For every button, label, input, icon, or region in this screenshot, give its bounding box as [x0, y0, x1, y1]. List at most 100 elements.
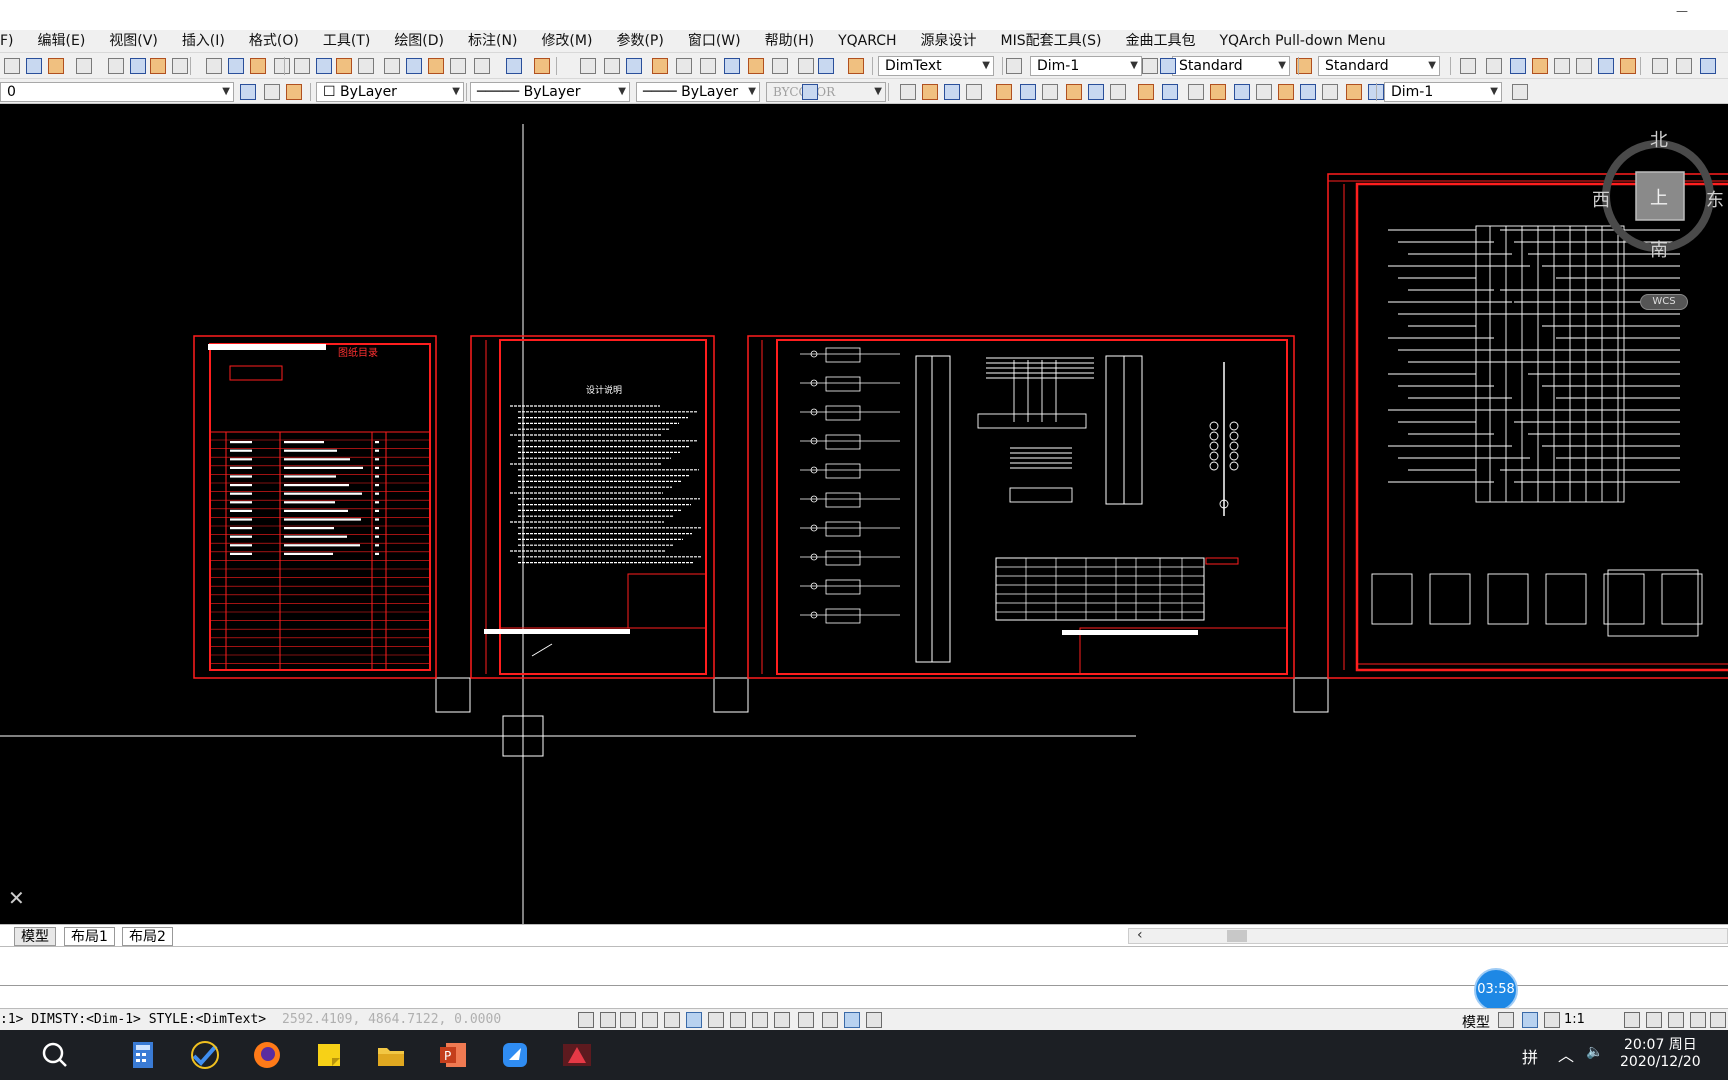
toolbar-tool-icon[interactable]: [150, 58, 166, 74]
menu-item[interactable]: 插入(I): [170, 30, 237, 52]
status-toggle-icon[interactable]: [1668, 1012, 1684, 1028]
toolbar-tool-icon[interactable]: [818, 58, 834, 74]
toolbar-tool-icon[interactable]: [1006, 58, 1022, 74]
dim-style-select-2[interactable]: Dim-1 ▼: [1384, 82, 1502, 102]
menu-item[interactable]: 帮助(H): [753, 30, 826, 52]
toolbar-tool-icon[interactable]: [26, 58, 42, 74]
toolbar-tool-icon[interactable]: [1278, 84, 1294, 100]
toolbar-tool-icon[interactable]: [450, 58, 466, 74]
status-toggle-icon[interactable]: [1544, 1012, 1560, 1028]
toolbar-tool-icon[interactable]: [1110, 84, 1126, 100]
file-explorer-icon[interactable]: [374, 1038, 408, 1072]
horizontal-scrollbar[interactable]: ‹: [1128, 927, 1728, 944]
toolbar-tool-icon[interactable]: [428, 58, 444, 74]
toolbar-tool-icon[interactable]: [1322, 84, 1338, 100]
toolbar-tool-icon[interactable]: [264, 84, 280, 100]
status-toggle-icon[interactable]: [600, 1012, 616, 1028]
search-icon[interactable]: [38, 1038, 72, 1072]
toolbar-tool-icon[interactable]: [1162, 84, 1178, 100]
toolbar-tool-icon[interactable]: [848, 58, 864, 74]
toolbar-tool-icon[interactable]: [336, 58, 352, 74]
status-toggle-icon[interactable]: [1624, 1012, 1640, 1028]
status-toggle-icon[interactable]: [1522, 1012, 1538, 1028]
toolbar-tool-icon[interactable]: [1210, 84, 1226, 100]
toolbar-tool-icon[interactable]: [1700, 58, 1716, 74]
ime-indicator[interactable]: 拼: [1522, 1044, 1538, 1068]
sheet-single-line-diagram[interactable]: [747, 335, 1295, 679]
toolbar-tool-icon[interactable]: [652, 58, 668, 74]
toolbar-tool-icon[interactable]: [506, 58, 522, 74]
menu-item[interactable]: 标注(N): [456, 30, 529, 52]
toolbar-tool-icon[interactable]: [1042, 84, 1058, 100]
powerpoint-icon[interactable]: P: [436, 1038, 470, 1072]
menu-item[interactable]: 金曲工具包: [1113, 30, 1207, 52]
viewcube-south[interactable]: 南: [1650, 236, 1668, 262]
toolbar-tool-icon[interactable]: [1088, 84, 1104, 100]
toolbar-tool-icon[interactable]: [1346, 84, 1362, 100]
toolbar-tool-icon[interactable]: [798, 58, 814, 74]
toolbar-tool-icon[interactable]: [580, 58, 596, 74]
status-toggle-icon[interactable]: [1710, 1012, 1726, 1028]
status-toggle-icon[interactable]: [730, 1012, 746, 1028]
feishu-icon[interactable]: [498, 1038, 532, 1072]
toolbar-tool-icon[interactable]: [130, 58, 146, 74]
status-toggle-icon[interactable]: [578, 1012, 594, 1028]
menu-item[interactable]: 视图(V): [97, 30, 170, 52]
grip[interactable]: [713, 677, 749, 713]
status-toggle-icon[interactable]: [686, 1012, 702, 1028]
table-style-select[interactable]: Standard ▼: [1172, 56, 1290, 76]
text-style-select[interactable]: DimText ▼: [878, 56, 994, 76]
toolbar-tool-icon[interactable]: [1020, 84, 1036, 100]
firefox-icon[interactable]: [250, 1038, 284, 1072]
status-toggle-icon[interactable]: [752, 1012, 768, 1028]
menu-item[interactable]: MIS配套工具(S): [989, 30, 1114, 52]
clock-date[interactable]: 2020/12/20: [1620, 1054, 1701, 1070]
toolbar-tool-icon[interactable]: [534, 58, 550, 74]
clock-time[interactable]: 20:07 周日: [1624, 1034, 1697, 1054]
toolbar-tool-icon[interactable]: [1486, 58, 1502, 74]
toolbar-tool-icon[interactable]: [316, 58, 332, 74]
menu-item[interactable]: 窗口(W): [676, 30, 753, 52]
toolbar-tool-icon[interactable]: [108, 58, 124, 74]
toolbar-tool-icon[interactable]: [294, 58, 310, 74]
toolbar-tool-icon[interactable]: [700, 58, 716, 74]
menu-item[interactable]: 源泉设计: [909, 30, 989, 52]
autocad-icon[interactable]: [560, 1038, 594, 1072]
menu-item[interactable]: 编辑(E): [26, 30, 98, 52]
status-toggle-icon[interactable]: [664, 1012, 680, 1028]
tab-model[interactable]: 模型: [14, 927, 56, 946]
toolbar-tool-icon[interactable]: [944, 84, 960, 100]
annotation-scale[interactable]: 1:1: [1564, 1012, 1585, 1027]
minimize-button[interactable]: —: [1674, 4, 1690, 18]
viewcube-top[interactable]: 上: [1650, 184, 1668, 210]
toolbar-tool-icon[interactable]: [406, 58, 422, 74]
lineweight-select[interactable]: ──── ByLayer ▼: [636, 82, 760, 102]
linetype-select[interactable]: ───── ByLayer ▼: [470, 82, 630, 102]
toolbar-tool-icon[interactable]: [966, 84, 982, 100]
menu-item[interactable]: 修改(M): [529, 30, 604, 52]
status-toggle-icon[interactable]: [1646, 1012, 1662, 1028]
toolbar-tool-icon[interactable]: [1512, 84, 1528, 100]
toolbar-tool-icon[interactable]: [1620, 58, 1636, 74]
toolbar-tool-icon[interactable]: [626, 58, 642, 74]
grip[interactable]: [1293, 677, 1329, 713]
toolbar-tool-icon[interactable]: [1188, 84, 1204, 100]
sheet-drawing-index[interactable]: 图纸目录: [193, 335, 437, 679]
toolbar-tool-icon[interactable]: [1532, 58, 1548, 74]
toolbar-tool-icon[interactable]: [1510, 58, 1526, 74]
status-toggle-icon[interactable]: [1498, 1012, 1514, 1028]
multileader-style-select[interactable]: Standard ▼: [1318, 56, 1440, 76]
toolbar-tool-icon[interactable]: [4, 58, 20, 74]
toolbar-tool-icon[interactable]: [384, 58, 400, 74]
toolbar-tool-icon[interactable]: [1300, 84, 1316, 100]
toolbar-tool-icon[interactable]: [1138, 84, 1154, 100]
menu-item[interactable]: YQArch Pull-down Menu: [1207, 30, 1397, 52]
toolbar-tool-icon[interactable]: [604, 58, 620, 74]
todo-icon[interactable]: [188, 1038, 222, 1072]
sheet-design-notes[interactable]: 设计说明: [470, 335, 715, 679]
close-icon[interactable]: ✕: [8, 886, 25, 910]
toolbar-tool-icon[interactable]: [1676, 58, 1692, 74]
toolbar-tool-icon[interactable]: [286, 84, 302, 100]
toolbar-tool-icon[interactable]: [1160, 58, 1176, 74]
toolbar-tool-icon[interactable]: [724, 58, 740, 74]
